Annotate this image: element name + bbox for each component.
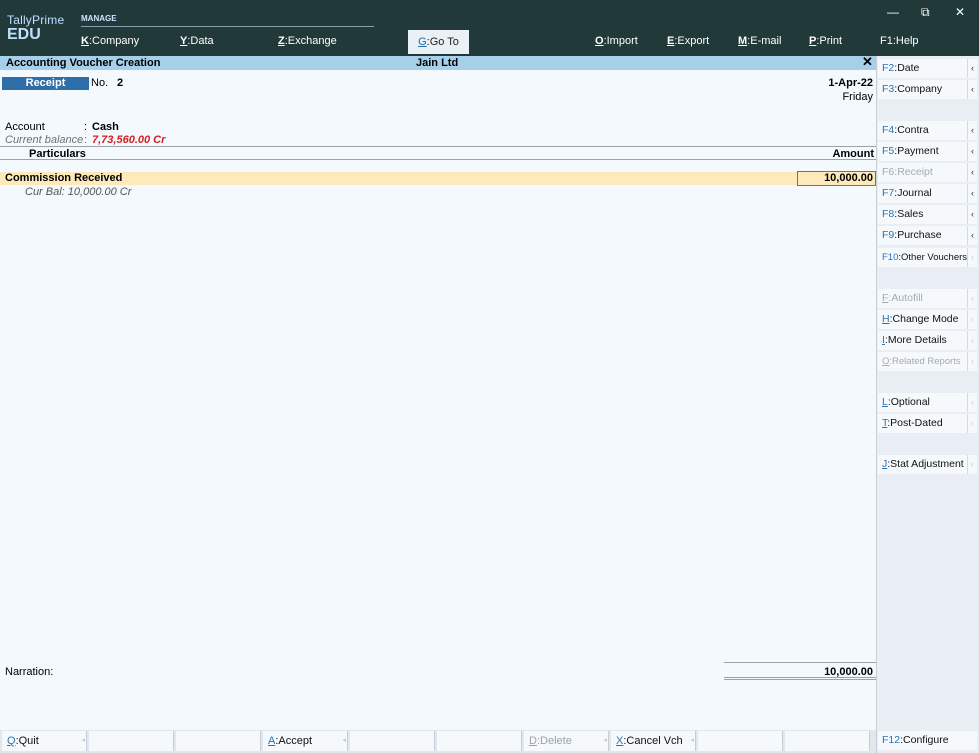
account-label: Account bbox=[5, 121, 45, 133]
date-button[interactable]: F2:Date ‹ bbox=[878, 59, 977, 78]
section-label: MANAGE bbox=[81, 14, 117, 23]
purchase-button[interactable]: F9:Purchase ‹ bbox=[878, 226, 977, 245]
sales-button[interactable]: F8:Sales ‹ bbox=[878, 205, 977, 224]
ledger-name[interactable]: Commission Received bbox=[5, 172, 122, 185]
menu-import[interactable]: O:Import bbox=[595, 35, 638, 47]
restore-icon[interactable]: ⧉ bbox=[921, 5, 930, 20]
current-balance-value: 7,73,560.00 Cr bbox=[92, 134, 166, 146]
total-divider bbox=[724, 662, 876, 663]
total-divider bbox=[724, 677, 876, 678]
empty-button-slot bbox=[437, 731, 522, 751]
header-divider bbox=[0, 159, 876, 160]
empty-button-slot bbox=[698, 731, 783, 751]
journal-button[interactable]: F7:Journal ‹ bbox=[878, 184, 977, 203]
menu-export[interactable]: E:Export bbox=[667, 35, 709, 47]
receipt-button: F6:Receipt ‹ bbox=[878, 163, 977, 182]
narration-label: Narration: bbox=[5, 666, 54, 678]
contra-button[interactable]: F4:Contra ‹ bbox=[878, 121, 977, 140]
current-balance-label: Current balance bbox=[5, 134, 84, 146]
configure-button[interactable]: F12:Configure bbox=[878, 731, 977, 750]
menu-print[interactable]: P:Print bbox=[809, 35, 842, 47]
voucher-day: Friday bbox=[842, 91, 873, 103]
post-dated-button[interactable]: T:Post-Dated ‹ bbox=[878, 414, 977, 433]
brand-name: TallyPrime bbox=[7, 13, 65, 27]
chevron-left-icon[interactable]: ‹ bbox=[967, 121, 977, 140]
quit-button[interactable]: Q:Quit ◂ bbox=[2, 731, 87, 751]
menu-help[interactable]: F1:Help bbox=[880, 35, 919, 47]
company-name: Jain Ltd bbox=[416, 57, 459, 69]
account-field[interactable]: Cash bbox=[92, 121, 119, 133]
current-balance-colon: : bbox=[84, 134, 88, 146]
chevron-left-icon[interactable]: ‹ bbox=[967, 226, 977, 245]
account-colon: : bbox=[84, 121, 88, 133]
screen-title-bar: Accounting Voucher Creation Jain Ltd ✕ bbox=[0, 55, 876, 70]
chevron-left-icon[interactable]: ‹ bbox=[967, 331, 977, 350]
empty-button-slot bbox=[785, 731, 870, 751]
chevron-left-icon[interactable]: ‹ bbox=[967, 184, 977, 203]
optional-button[interactable]: L:Optional ‹ bbox=[878, 393, 977, 412]
menu-data[interactable]: Y:Data bbox=[180, 35, 214, 47]
bottom-button-bar: Q:Quit ◂ A:Accept ◂ D:Delete ◂ X:Cancel Vch… bbox=[0, 730, 876, 753]
chevron-left-icon: ‹ bbox=[967, 352, 977, 371]
voucher-no-label: No. bbox=[91, 77, 109, 89]
menu-company[interactable]: K:Company bbox=[81, 35, 139, 47]
section-divider bbox=[81, 26, 374, 27]
related-reports-button: O:Related Reports ‹ bbox=[878, 352, 977, 371]
other-vouchers-button[interactable]: F10:Other Vouchers ‹ bbox=[878, 248, 977, 267]
company-button[interactable]: F3:Company ‹ bbox=[878, 80, 977, 99]
chevron-left-icon[interactable]: ‹ bbox=[967, 142, 977, 161]
chevron-left-icon[interactable]: ‹ bbox=[967, 205, 977, 224]
chevron-left-icon[interactable]: ‹ bbox=[967, 455, 977, 474]
chevron-left-icon: ‹ bbox=[967, 289, 977, 308]
chevron-left-icon[interactable]: ‹ bbox=[967, 393, 977, 412]
screen-title: Accounting Voucher Creation bbox=[6, 57, 161, 69]
amount-input[interactable]: 10,000.00 bbox=[797, 171, 876, 186]
menu-exchange[interactable]: Z:Exchange bbox=[278, 35, 337, 47]
ledger-current-balance: Cur Bal: 10,000.00 Cr bbox=[25, 186, 132, 198]
ledger-entry-row[interactable]: Commission Received 10,000.00 bbox=[0, 171, 876, 186]
menu-email[interactable]: M:E-mail bbox=[738, 35, 781, 47]
close-icon[interactable]: ✕ bbox=[862, 55, 873, 69]
more-details-button[interactable]: I:More Details ‹ bbox=[878, 331, 977, 350]
chevron-left-icon[interactable]: ‹ bbox=[967, 59, 977, 78]
voucher-no-value[interactable]: 2 bbox=[117, 77, 123, 90]
total-divider bbox=[724, 679, 876, 680]
voucher-body: Receipt No. 2 1-Apr-22 Friday Account : … bbox=[0, 70, 876, 730]
payment-button[interactable]: F5:Payment ‹ bbox=[878, 142, 977, 161]
chevron-left-icon[interactable]: ‹ bbox=[967, 163, 977, 182]
stat-adjustment-button[interactable]: J:Stat Adjustment ‹ bbox=[878, 455, 977, 474]
chevron-left-icon[interactable]: ‹ bbox=[967, 248, 977, 267]
empty-button-slot bbox=[176, 731, 261, 751]
chevron-left-icon[interactable]: ‹ bbox=[967, 80, 977, 99]
voucher-type-badge[interactable]: Receipt bbox=[2, 77, 89, 90]
autofill-button: F:Autofill ‹ bbox=[878, 289, 977, 308]
accept-button[interactable]: A:Accept ◂ bbox=[263, 731, 348, 751]
brand-edition: EDU bbox=[7, 26, 41, 43]
right-button-panel: F2:Date ‹ F3:Company ‹ F4:Contra ‹ F5:Payme… bbox=[876, 56, 979, 753]
top-menu-bar: TallyPrime EDU MANAGE K:Company Y:Data Z… bbox=[0, 0, 979, 56]
header-divider bbox=[0, 146, 876, 147]
menu-goto[interactable]: G:Go To bbox=[408, 30, 469, 54]
cancel-voucher-button[interactable]: X:Cancel Vch ◂ bbox=[611, 731, 696, 751]
minimize-icon[interactable]: — bbox=[887, 5, 899, 19]
empty-button-slot bbox=[350, 731, 435, 751]
empty-button-slot bbox=[89, 731, 174, 751]
chevron-left-icon[interactable]: ‹ bbox=[967, 310, 977, 329]
chevron-left-icon[interactable]: ‹ bbox=[967, 414, 977, 433]
voucher-date[interactable]: 1-Apr-22 bbox=[828, 77, 873, 90]
delete-button: D:Delete ◂ bbox=[524, 731, 609, 751]
close-window-icon[interactable]: ✕ bbox=[955, 5, 965, 19]
change-mode-button[interactable]: H:Change Mode ‹ bbox=[878, 310, 977, 329]
